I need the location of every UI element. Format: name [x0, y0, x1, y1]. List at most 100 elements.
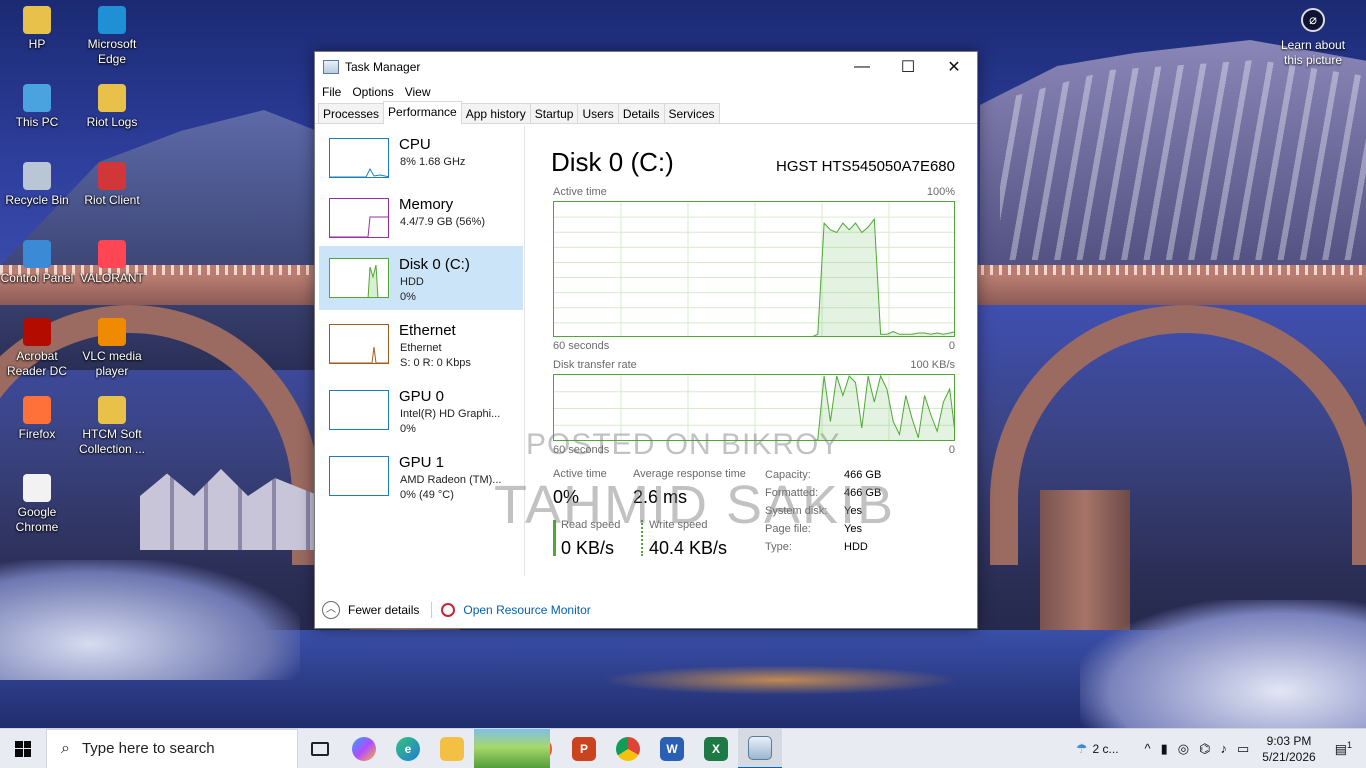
desktop-icon[interactable]: Google Chrome	[0, 474, 74, 535]
network-icon[interactable]: ⌬	[1199, 741, 1210, 757]
desktop-icon[interactable]: VLC media player	[75, 318, 149, 379]
powerpoint-button[interactable]: P	[562, 729, 606, 768]
tab-performance[interactable]: Performance	[383, 101, 462, 124]
menu-options[interactable]: Options	[351, 85, 401, 99]
desktop-icon-label: Riot Logs	[86, 115, 138, 129]
graph1-label: Active time	[553, 186, 607, 198]
camera-icon: ⌀	[1301, 8, 1325, 32]
search-highlight-image[interactable]	[474, 728, 550, 768]
gpu1-thumbnail	[329, 456, 389, 496]
desktop-icon[interactable]: Microsoft Edge	[75, 6, 149, 67]
wallpaper-snow-bank-left	[0, 560, 300, 680]
learn-about-label: Learn about this picture	[1280, 38, 1346, 67]
speaker-icon[interactable]: ♪	[1221, 741, 1228, 756]
clock-date: 5/21/2026	[1262, 749, 1316, 764]
desktop-icon[interactable]: VALORANT	[75, 240, 149, 286]
task-view-button[interactable]	[298, 729, 342, 768]
tab-startup[interactable]: Startup	[529, 103, 579, 123]
menu-file[interactable]: File	[321, 85, 349, 99]
document-icon	[23, 474, 51, 502]
memory-thumbnail	[329, 198, 389, 238]
file-explorer-button[interactable]	[430, 729, 474, 768]
riot-client-icon	[98, 162, 126, 190]
desktop-icon[interactable]: This PC	[0, 84, 74, 130]
desktop-icon[interactable]: Recycle Bin	[0, 162, 74, 208]
start-button[interactable]	[0, 729, 46, 768]
open-resource-monitor-link[interactable]: Open Resource Monitor	[441, 603, 591, 617]
resource-detail: HDD	[400, 276, 424, 288]
watermark-line2: TAHMID SAKIB	[494, 475, 896, 535]
desktop-icon[interactable]: HTCM Soft Collection ...	[75, 396, 149, 457]
copilot-icon	[352, 736, 376, 761]
graph2-min: 0	[948, 444, 955, 456]
desktop-icon-label: VLC media player	[82, 349, 142, 378]
edge-button[interactable]: e	[386, 729, 430, 768]
clock[interactable]: 9:03 PM 5/21/2026	[1262, 733, 1315, 765]
desktop-icon[interactable]: Control Panel	[0, 240, 74, 286]
title-bar[interactable]: Task Manager — ☐ ✕	[315, 52, 977, 82]
desktop-icon[interactable]: Firefox	[0, 396, 74, 442]
tab-strip: Processes Performance App history Startu…	[315, 101, 977, 124]
task-manager-icon	[748, 735, 772, 760]
battery-icon[interactable]: ▮	[1161, 741, 1168, 757]
chevron-up-icon[interactable]: ^	[1145, 741, 1151, 756]
chrome-button[interactable]	[606, 729, 650, 768]
desktop-icon-label: Acrobat Reader DC	[6, 349, 68, 378]
weather-icon[interactable]: ☂	[1076, 741, 1088, 757]
word-button[interactable]: W	[650, 729, 694, 768]
desktop-icon-label: Recycle Bin	[5, 193, 69, 207]
type-label: Type:	[765, 541, 792, 553]
minimize-button[interactable]: —	[839, 52, 885, 82]
learn-about-picture[interactable]: ⌀ Learn about this picture	[1276, 8, 1350, 68]
edge-icon	[98, 6, 126, 34]
resource-name: GPU 0	[399, 388, 445, 405]
resource-ethernet[interactable]: Ethernet Ethernet S: 0 R: 0 Kbps	[319, 312, 523, 376]
menu-bar: File Options View	[315, 82, 977, 102]
clock-time: 9:03 PM	[1266, 733, 1312, 748]
excel-button[interactable]: X	[694, 729, 738, 768]
powerpoint-icon: P	[572, 736, 596, 761]
resource-cpu[interactable]: CPU 8% 1.68 GHz	[319, 126, 523, 190]
system-tray: ☂ 2 c... ^ ▮ ◎ ⌬ ♪ ▭ 9:03 PM 5/21/2026 ▤…	[1071, 729, 1366, 768]
resource-monitor-label: Open Resource Monitor	[463, 603, 591, 617]
desktop-icon[interactable]: Riot Client	[75, 162, 149, 208]
tab-users[interactable]: Users	[577, 103, 619, 123]
copilot-button[interactable]	[342, 729, 386, 768]
resource-detail: 0%	[400, 291, 416, 303]
desktop-icon[interactable]: Riot Logs	[75, 84, 149, 130]
resource-detail: 0% (49 °C)	[400, 489, 454, 501]
desktop-icon[interactable]: Acrobat Reader DC	[0, 318, 74, 379]
close-button[interactable]: ✕	[931, 52, 977, 82]
resource-memory[interactable]: Memory 4.4/7.9 GB (56%)	[319, 186, 523, 250]
acrobat-icon	[23, 318, 51, 346]
task-manager-taskbar-button[interactable]	[738, 728, 782, 768]
maximize-button[interactable]: ☐	[885, 52, 931, 82]
resource-detail: 8% 1.68 GHz	[400, 156, 466, 168]
weather-text[interactable]: 2 c...	[1093, 742, 1119, 756]
resource-gpu1[interactable]: GPU 1 AMD Radeon (TM)... 0% (49 °C)	[319, 444, 523, 508]
menu-view[interactable]: View	[404, 85, 439, 99]
resource-disk[interactable]: Disk 0 (C:) HDD 0%	[319, 246, 523, 310]
tab-processes[interactable]: Processes	[318, 103, 385, 123]
desktop-icon-label: Riot Client	[84, 193, 140, 207]
window-title: Task Manager	[345, 60, 421, 74]
type-value: HDD	[844, 541, 868, 553]
search-box[interactable]: ⌕ Type here to search	[46, 728, 298, 768]
resource-gpu0[interactable]: GPU 0 Intel(R) HD Graphi... 0%	[319, 378, 523, 442]
tab-services[interactable]: Services	[663, 103, 720, 123]
tab-details[interactable]: Details	[617, 103, 665, 123]
tab-app-history[interactable]: App history	[460, 103, 531, 123]
fewer-details-button[interactable]: ︿ Fewer details	[322, 601, 419, 619]
desktop-icon[interactable]: HP	[0, 6, 74, 52]
resource-monitor-icon	[441, 603, 456, 617]
display-icon[interactable]: ▭	[1237, 741, 1249, 757]
word-icon: W	[660, 736, 684, 761]
notification-icon[interactable]: ▤1	[1335, 740, 1352, 757]
folder-icon	[98, 396, 126, 424]
resource-detail: S: 0 R: 0 Kbps	[400, 357, 471, 369]
control-panel-icon	[23, 240, 51, 268]
wallpaper-river-glow	[600, 665, 960, 695]
chrome-icon	[616, 736, 640, 761]
desktop-icon-label: Google Chrome	[15, 505, 59, 534]
meet-now-icon[interactable]: ◎	[1178, 741, 1189, 757]
